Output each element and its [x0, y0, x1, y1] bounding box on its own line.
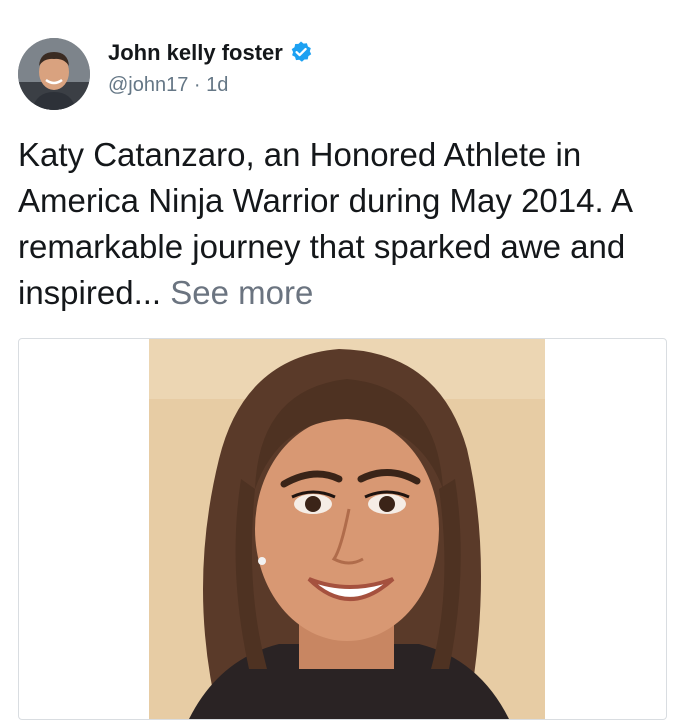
tweet-meta: @john17 · 1d [108, 74, 228, 97]
see-more-link[interactable]: See more [170, 274, 313, 311]
tweet-timestamp[interactable]: 1d [206, 74, 228, 96]
tweet-text: Katy Catanzaro, an Honored Athlete in Am… [18, 132, 688, 316]
author-handle[interactable]: @john17 [108, 74, 188, 96]
woman-selfie-photo [149, 339, 545, 719]
author-avatar[interactable] [18, 38, 90, 110]
meta-separator: · [188, 74, 207, 96]
author-name-text: John kelly foster [108, 40, 283, 65]
tweet-media[interactable] [18, 338, 667, 720]
author-name[interactable]: John kelly foster [108, 40, 313, 66]
verified-badge-icon [291, 41, 312, 62]
person-avatar-icon [18, 38, 90, 110]
tweet-body: Katy Catanzaro, an Honored Athlete in Am… [18, 136, 632, 311]
tweet-card: John kelly foster @john17 · 1d Katy Cata… [0, 0, 700, 720]
